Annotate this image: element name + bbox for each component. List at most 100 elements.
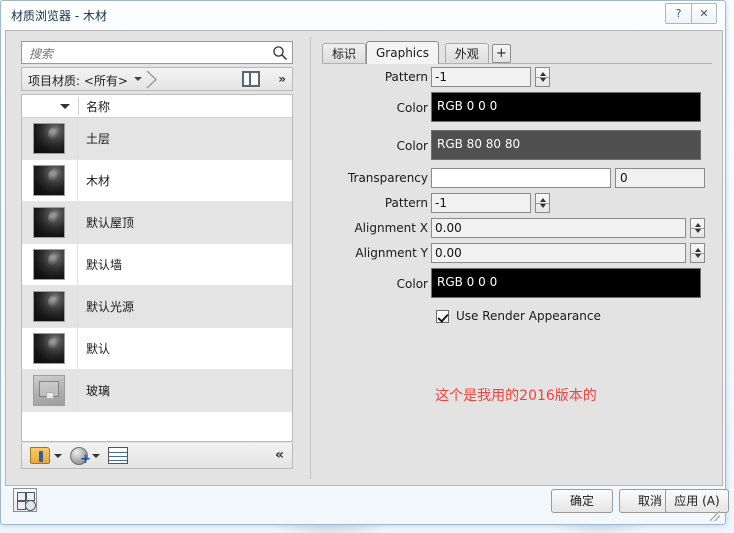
property-row-alignment-x: Alignment X 0.00 bbox=[317, 218, 715, 240]
input-pattern-shading[interactable]: -1 bbox=[431, 67, 531, 87]
material-thumbnail bbox=[33, 207, 65, 238]
list-item-label: 玻璃 bbox=[86, 384, 111, 398]
title-bar: 材质浏览器 - 木材 ? ✕ bbox=[1, 1, 725, 29]
input-alignment-x[interactable]: 0.00 bbox=[431, 218, 686, 238]
list-item[interactable]: 木材 bbox=[22, 160, 292, 202]
material-list-rows: 土层木材默认屋顶默认墙默认光源默认玻璃 bbox=[22, 118, 292, 412]
property-row-color-cut-pattern: Color RGB 0 0 0 bbox=[317, 268, 715, 300]
list-item[interactable]: 默认光源 bbox=[22, 286, 292, 328]
panel-split-icon[interactable] bbox=[242, 71, 260, 87]
property-row-pattern-cut: Pattern -1 bbox=[317, 193, 715, 215]
list-item-label: 默认屋顶 bbox=[86, 216, 135, 230]
property-label-pattern-cut: Pattern bbox=[384, 196, 428, 210]
property-label-alignment-y: Alignment Y bbox=[355, 246, 428, 260]
folder-menu-chevron-down-icon[interactable] bbox=[54, 454, 62, 458]
property-row-pattern-shading: Pattern -1 bbox=[317, 67, 715, 89]
close-button[interactable]: ✕ bbox=[691, 3, 717, 24]
window-title: 材质浏览器 - 木材 bbox=[11, 9, 107, 23]
color-value-color-surface-pattern: RGB 80 80 80 bbox=[437, 137, 521, 151]
list-item[interactable]: 玻璃 bbox=[22, 370, 292, 412]
use-render-appearance-checkbox[interactable] bbox=[436, 310, 449, 323]
list-item-label: 默认 bbox=[86, 342, 111, 356]
list-item-label: 土层 bbox=[86, 132, 111, 146]
list-empty-row bbox=[22, 412, 292, 441]
property-label-pattern-shading: Pattern bbox=[384, 70, 428, 84]
material-list: 名称 土层木材默认屋顶默认墙默认光源默认玻璃 bbox=[21, 94, 293, 442]
property-label-transparency: Transparency bbox=[347, 171, 428, 185]
column-divider bbox=[78, 97, 79, 115]
tab-标识[interactable]: 标识 bbox=[322, 43, 367, 64]
add-tab-button[interactable]: + bbox=[491, 44, 511, 63]
dialog-client-area: 项目材质: <所有> » 名称 土层木材默认屋顶默认墙默认光源默认玻璃 bbox=[5, 30, 723, 486]
property-row-alignment-y: Alignment Y 0.00 bbox=[317, 243, 715, 265]
browser-toolbar: + « bbox=[21, 443, 293, 469]
spinner-alignment-y[interactable] bbox=[690, 243, 705, 263]
search-input[interactable] bbox=[27, 45, 266, 63]
input-alignment-y[interactable]: 0.00 bbox=[431, 243, 686, 263]
property-label-color-cut-pattern: Color bbox=[396, 277, 428, 291]
editor-tabstrip: 标识 Graphics 外观 + bbox=[322, 41, 712, 64]
list-item-label: 木材 bbox=[86, 174, 111, 188]
list-item[interactable]: 默认屋顶 bbox=[22, 202, 292, 244]
property-label-color-surface-pattern: Color bbox=[396, 139, 428, 153]
material-thumbnail bbox=[33, 165, 65, 196]
breadcrumb-separator-icon bbox=[146, 70, 158, 89]
spinner-pattern-shading[interactable] bbox=[535, 67, 550, 87]
column-header-name: 名称 bbox=[86, 100, 111, 114]
breadcrumb-overflow-button[interactable]: » bbox=[278, 72, 286, 86]
row-divider bbox=[77, 118, 78, 159]
list-item[interactable]: 默认 bbox=[22, 328, 292, 370]
list-header[interactable]: 名称 bbox=[22, 95, 292, 118]
collapse-panel-button[interactable]: « bbox=[275, 447, 284, 463]
apply-button[interactable]: 应用 (A) bbox=[665, 489, 729, 513]
color-swatch-color-cut-pattern[interactable]: RGB 0 0 0 bbox=[431, 268, 701, 298]
materials-panel-icon[interactable] bbox=[13, 488, 37, 512]
material-thumbnail bbox=[33, 291, 65, 322]
breadcrumb-label: 项目材质: <所有> bbox=[28, 74, 128, 88]
row-divider bbox=[77, 160, 78, 201]
color-swatch-color-shading[interactable]: RGB 0 0 0 bbox=[431, 92, 701, 122]
ok-button[interactable]: 确定 bbox=[551, 489, 613, 513]
chevron-down-icon[interactable] bbox=[134, 77, 142, 81]
add-plus-icon[interactable]: + bbox=[80, 453, 91, 466]
folder-new-material-icon[interactable] bbox=[30, 447, 50, 464]
material-browser-dialog: 材质浏览器 - 木材 ? ✕ 项目材质: <所有> » bbox=[0, 0, 729, 525]
tab-外观[interactable]: 外观 bbox=[444, 43, 489, 64]
search-icon[interactable] bbox=[272, 45, 288, 61]
color-value-color-cut-pattern: RGB 0 0 0 bbox=[437, 275, 498, 289]
annotation-text: 这个是我用的2016版本的 bbox=[435, 388, 597, 404]
color-value-color-shading: RGB 0 0 0 bbox=[437, 99, 498, 113]
material-thumbnail bbox=[33, 375, 65, 406]
material-thumbnail bbox=[33, 123, 65, 154]
input-pattern-cut[interactable]: -1 bbox=[431, 193, 531, 213]
material-browser-pane: 项目材质: <所有> » 名称 土层木材默认屋顶默认墙默认光源默认玻璃 bbox=[13, 37, 305, 479]
row-divider bbox=[77, 370, 78, 411]
list-item-label: 默认光源 bbox=[86, 300, 135, 314]
resize-grip[interactable] bbox=[710, 511, 720, 521]
property-label-color-shading: Color bbox=[396, 101, 428, 115]
transparency-value-field[interactable]: 0 bbox=[615, 168, 705, 188]
sort-caret-icon[interactable] bbox=[60, 104, 70, 109]
spinner-alignment-x[interactable] bbox=[690, 218, 705, 238]
transparency-slider[interactable] bbox=[431, 168, 611, 188]
breadcrumb-bar[interactable]: 项目材质: <所有> » bbox=[21, 67, 293, 91]
search-box[interactable] bbox=[21, 41, 293, 64]
tab-graphics[interactable]: Graphics bbox=[366, 41, 439, 64]
dialog-footer: 确定 取消 应用 (A) bbox=[5, 487, 729, 522]
list-item[interactable]: 默认墙 bbox=[22, 244, 292, 286]
row-divider bbox=[77, 328, 78, 369]
help-button[interactable]: ? bbox=[665, 3, 691, 24]
material-thumbnail bbox=[33, 249, 65, 280]
row-divider bbox=[77, 286, 78, 327]
list-item[interactable]: 土层 bbox=[22, 118, 292, 160]
property-row-color-surface-pattern: Color RGB 80 80 80 bbox=[317, 130, 715, 162]
spinner-pattern-cut[interactable] bbox=[535, 193, 550, 213]
asset-menu-chevron-down-icon[interactable] bbox=[92, 454, 100, 458]
pane-separator bbox=[310, 37, 311, 479]
property-row-transparency: Transparency 0 bbox=[317, 168, 715, 190]
color-swatch-color-surface-pattern[interactable]: RGB 80 80 80 bbox=[431, 130, 701, 160]
material-editor-pane: 标识 Graphics 外观 + Pattern -1 Color RGB 0 0 0 Col… bbox=[317, 37, 715, 479]
row-divider bbox=[77, 202, 78, 243]
use-render-appearance-label[interactable]: Use Render Appearance bbox=[456, 309, 601, 323]
list-view-icon[interactable] bbox=[108, 447, 128, 464]
